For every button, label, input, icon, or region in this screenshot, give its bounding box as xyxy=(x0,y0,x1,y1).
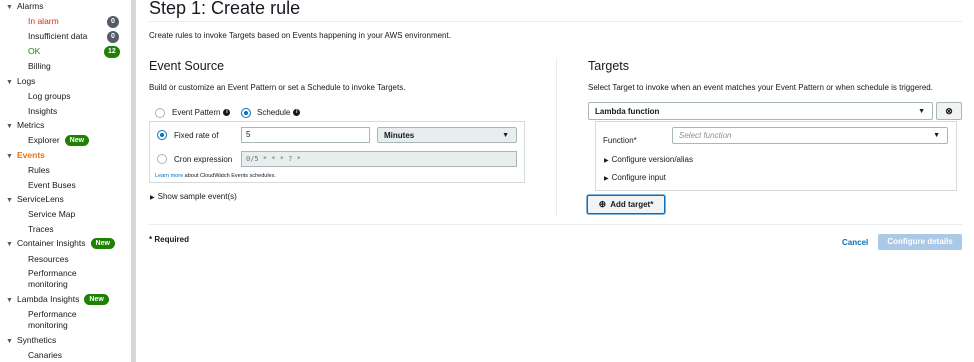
sidebar-item-insufficient-data[interactable]: Insufficient data xyxy=(28,31,87,41)
caret-down-icon: ▼ xyxy=(933,132,940,139)
cancel-link[interactable]: Cancel xyxy=(842,238,868,247)
sidebar-item-traces[interactable]: Traces xyxy=(28,224,54,234)
caret-down-icon: ▼ xyxy=(6,197,13,204)
fixed-rate-radio[interactable] xyxy=(157,130,167,140)
sidebar-group-alarms[interactable]: ▼ Alarms xyxy=(6,1,43,11)
show-sample-events-toggle[interactable]: ▶ Show sample event(s) xyxy=(150,192,237,201)
caret-down-icon: ▼ xyxy=(6,4,13,11)
learn-more-text: Learn more about CloudWatch Events sched… xyxy=(155,173,276,179)
event-source-description: Build or customize an Event Pattern or s… xyxy=(149,83,406,92)
new-badge: New xyxy=(84,294,109,306)
configure-details-button[interactable]: Configure details xyxy=(878,234,962,250)
add-circle-icon: ⊕ xyxy=(598,199,607,209)
sidebar-item-rules[interactable]: Rules xyxy=(28,165,50,175)
target-type-select[interactable]: Lambda function ▼ xyxy=(588,102,933,120)
page-description: Create rules to invoke Targets based on … xyxy=(149,31,451,40)
insufficient-count-badge: 0 xyxy=(107,31,119,43)
new-badge: New xyxy=(90,238,115,250)
schedule-label: Schedule i xyxy=(257,108,301,117)
info-icon[interactable]: i xyxy=(293,109,301,117)
targets-heading: Targets xyxy=(588,59,629,73)
footer-divider xyxy=(149,224,962,225)
caret-right-icon: ▶ xyxy=(604,176,609,182)
sidebar-group-metrics[interactable]: ▼ Metrics xyxy=(6,120,44,130)
sidebar-group-logs[interactable]: ▼ Logs xyxy=(6,76,35,86)
sidebar-group-synthetics[interactable]: ▼ Synthetics xyxy=(6,335,56,345)
sidebar-item-event-buses[interactable]: Event Buses xyxy=(28,180,76,190)
fixed-rate-label: Fixed rate of xyxy=(174,131,219,140)
targets-description: Select Target to invoke when an event ma… xyxy=(588,83,933,92)
in-alarm-count-badge: 0 xyxy=(107,16,119,28)
configure-input-toggle[interactable]: ▶ Configure input xyxy=(604,173,666,182)
sidebar-scrollbar-thumb[interactable] xyxy=(131,0,136,362)
caret-down-icon: ▼ xyxy=(6,153,13,160)
cron-expression-input[interactable]: 0/5 * * * ? * xyxy=(241,151,517,167)
caret-down-icon: ▼ xyxy=(6,79,13,86)
fixed-rate-input[interactable]: 5 xyxy=(241,127,370,143)
caret-right-icon: ▶ xyxy=(604,158,609,164)
cron-expression-radio[interactable] xyxy=(157,154,167,164)
rate-unit-select[interactable]: Minutes ▼ xyxy=(377,127,517,143)
info-icon[interactable]: i xyxy=(223,109,231,117)
sidebar-group-container-insights[interactable]: ▼ Container Insights New xyxy=(6,238,115,250)
caret-down-icon: ▼ xyxy=(502,132,509,139)
required-note: * Required xyxy=(149,235,190,244)
caret-down-icon: ▼ xyxy=(6,123,13,130)
caret-down-icon: ▼ xyxy=(6,338,13,345)
sidebar-item-service-map[interactable]: Service Map xyxy=(28,209,75,219)
sidebar-item-billing[interactable]: Billing xyxy=(28,61,51,71)
sidebar-group-servicelens[interactable]: ▼ ServiceLens xyxy=(6,194,64,204)
add-target-button[interactable]: ⊕ Add target* xyxy=(587,195,665,214)
sidebar-item-insights[interactable]: Insights xyxy=(28,106,57,116)
cron-expression-label: Cron expression xyxy=(174,155,233,164)
sidebar-item-lambda-performance-monitoring[interactable]: Performance monitoring xyxy=(28,309,88,331)
sidebar: ▼ Alarms In alarm 0 Insufficient data 0 O… xyxy=(0,0,132,362)
function-select[interactable]: Select function ▼ xyxy=(672,127,948,144)
sidebar-item-container-performance-monitoring[interactable]: Performance monitoring xyxy=(28,268,88,290)
caret-down-icon: ▼ xyxy=(6,297,13,304)
page-title: Step 1: Create rule xyxy=(149,0,301,18)
event-pattern-radio[interactable] xyxy=(155,108,165,118)
sidebar-item-in-alarm[interactable]: In alarm xyxy=(28,16,59,26)
caret-down-icon: ▼ xyxy=(918,108,925,115)
sidebar-item-resources[interactable]: Resources xyxy=(28,254,69,264)
event-pattern-label: Event Pattern i xyxy=(172,108,231,117)
schedule-radio[interactable] xyxy=(241,108,251,118)
sidebar-group-lambda-insights[interactable]: ▼ Lambda Insights New xyxy=(6,294,109,306)
new-badge: New xyxy=(64,135,90,147)
caret-down-icon: ▼ xyxy=(6,241,13,248)
column-divider xyxy=(556,58,557,216)
sidebar-item-explorer[interactable]: Explorer New xyxy=(28,135,90,147)
sidebar-item-canaries[interactable]: Canaries xyxy=(28,350,62,360)
configure-version-alias-toggle[interactable]: ▶ Configure version/alias xyxy=(604,155,693,164)
event-source-heading: Event Source xyxy=(149,59,225,73)
caret-right-icon: ▶ xyxy=(150,195,155,201)
sidebar-group-events[interactable]: ▼ Events xyxy=(6,150,45,160)
remove-circle-icon: ⊗ xyxy=(945,106,953,116)
remove-target-button[interactable]: ⊗ xyxy=(936,102,962,120)
learn-more-link[interactable]: Learn more xyxy=(155,173,183,179)
function-label: Function* xyxy=(603,136,637,145)
title-divider xyxy=(149,21,962,22)
ok-count-badge: 12 xyxy=(104,46,120,58)
sidebar-item-ok[interactable]: OK xyxy=(28,46,40,56)
sidebar-item-log-groups[interactable]: Log groups xyxy=(28,91,71,101)
